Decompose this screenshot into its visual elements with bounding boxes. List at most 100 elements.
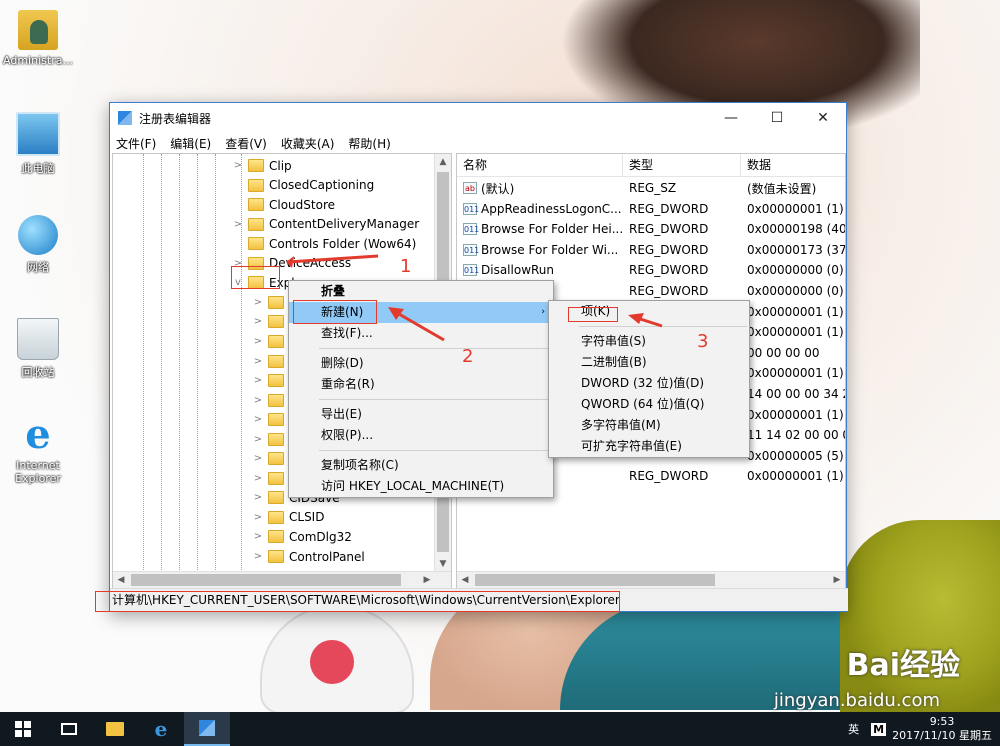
this-pc-icon xyxy=(16,112,60,156)
desktop-icon-this-pc[interactable]: 此电脑 xyxy=(0,112,76,176)
new-submenu-item[interactable]: 可扩充字符串值(E) xyxy=(549,436,749,457)
expand-arrow-icon[interactable]: > xyxy=(251,453,265,464)
value-row[interactable]: 011 Browse For Folder Hei... REG_DWORD 0x00… xyxy=(457,219,845,239)
folder-icon xyxy=(248,159,264,172)
input-language-indicator[interactable]: 英 xyxy=(848,721,859,737)
context-menu-item[interactable]: 折叠 xyxy=(289,281,553,302)
folder-icon xyxy=(248,198,264,212)
expand-arrow-icon[interactable]: > xyxy=(251,492,265,503)
recycle-bin-icon xyxy=(17,318,59,360)
desktop-icon-internet-explorer[interactable]: e Internet Explorer xyxy=(0,415,76,486)
folder-icon xyxy=(268,413,284,427)
folder-icon xyxy=(248,237,264,251)
expand-arrow-icon[interactable]: > xyxy=(251,395,265,406)
expand-arrow-icon[interactable]: > xyxy=(251,375,265,386)
scroll-left-arrow-icon[interactable]: ◀ xyxy=(457,572,473,588)
system-tray: 英 M 9:53 2017/11/10 星期五 xyxy=(842,712,1000,746)
context-menu-item[interactable]: 重命名(R) xyxy=(289,374,553,395)
expand-arrow-icon[interactable]: > xyxy=(251,473,265,484)
network-icon xyxy=(18,215,58,255)
desktop-icon-administrator[interactable]: Administra... xyxy=(0,10,76,67)
desktop-icon-label: 回收站 xyxy=(21,366,55,379)
menu-view[interactable]: 查看(V) xyxy=(225,135,267,152)
tree-node[interactable]: > Clip xyxy=(231,156,292,175)
tree-node[interactable]: > ControlPanel xyxy=(251,547,365,566)
tree-guide-line xyxy=(161,154,162,572)
column-header-type[interactable]: 类型 xyxy=(623,154,741,176)
value-name: Browse For Folder Hei... xyxy=(481,222,623,237)
new-submenu-item[interactable]: 多字符串值(M) xyxy=(549,415,749,436)
tree-node[interactable]: > ContentDeliveryManager xyxy=(231,215,419,234)
new-submenu-item[interactable]: QWORD (64 位)值(Q) xyxy=(549,394,749,415)
new-submenu-item-label: DWORD (32 位)值(D) xyxy=(581,376,704,390)
menu-edit[interactable]: 编辑(E) xyxy=(170,135,211,152)
taskbar-regedit[interactable] xyxy=(184,712,230,746)
submenu-arrow-icon: › xyxy=(541,307,545,317)
menu-file[interactable]: 文件(F) xyxy=(116,135,156,152)
clock[interactable]: 9:53 2017/11/10 星期五 xyxy=(892,715,992,743)
tree-node-label: CLSID xyxy=(289,510,325,525)
tree-node[interactable]: > ComDlg32 xyxy=(251,527,352,546)
value-data-cell: 0x00000001 (1) xyxy=(747,304,844,319)
taskbar-file-explorer[interactable] xyxy=(92,712,138,746)
tree-node[interactable]: Controls Folder (Wow64) xyxy=(231,234,416,253)
column-header-data[interactable]: 数据 xyxy=(741,154,845,176)
value-name: AppReadinessLogonC... xyxy=(481,201,622,216)
scroll-right-arrow-icon[interactable]: ▶ xyxy=(419,572,435,588)
scroll-right-arrow-icon[interactable]: ▶ xyxy=(829,572,845,588)
new-submenu-item[interactable]: DWORD (32 位)值(D) xyxy=(549,373,749,394)
taskbar-edge[interactable]: e xyxy=(138,712,184,746)
start-button[interactable] xyxy=(0,712,46,746)
expand-arrow-icon[interactable]: > xyxy=(251,512,265,523)
value-row[interactable]: 011 Browse For Folder Wi... REG_DWORD 0x000… xyxy=(457,240,845,260)
context-menu-item[interactable]: 权限(P)... xyxy=(289,425,553,446)
new-submenu-item[interactable]: 字符串值(S) xyxy=(549,331,749,352)
value-row[interactable]: 011 DisallowRun REG_DWORD 0x00000000 (0) xyxy=(457,260,845,280)
desktop-icon-network[interactable]: 网络 xyxy=(0,215,76,275)
value-row[interactable]: ab (默认) REG_SZ (数值未设置) xyxy=(457,178,845,198)
value-row[interactable]: 011 AppReadinessLogonC... REG_DWORD 0x00000… xyxy=(457,199,845,219)
folder-icon xyxy=(268,315,284,329)
ime-mode-indicator[interactable]: M xyxy=(871,722,887,736)
expand-arrow-icon[interactable]: > xyxy=(251,297,265,308)
title-bar[interactable]: 注册表编辑器 — ☐ ✕ xyxy=(110,103,846,133)
expand-arrow-icon[interactable]: > xyxy=(251,414,265,425)
string-value-icon: ab xyxy=(463,182,477,194)
context-menu-item[interactable]: 访问 HKEY_LOCAL_MACHINE(T) xyxy=(289,476,553,497)
column-header-name[interactable]: 名称 xyxy=(457,154,623,176)
task-view-button[interactable] xyxy=(46,712,92,746)
tree-horizontal-scrollbar[interactable]: ◀ ▶ xyxy=(113,571,451,588)
context-menu-item[interactable]: 复制项名称(C) xyxy=(289,455,553,476)
expand-arrow-icon[interactable]: > xyxy=(251,434,265,445)
tree-node[interactable]: CloudStore xyxy=(231,195,335,214)
context-menu-item[interactable]: 删除(D) xyxy=(289,353,553,374)
annotation-box-explorer xyxy=(231,266,280,289)
scroll-up-arrow-icon[interactable]: ▲ xyxy=(435,154,451,170)
context-menu-item-label: 权限(P)... xyxy=(321,428,374,442)
expand-arrow-icon[interactable]: > xyxy=(251,316,265,327)
scroll-thumb[interactable] xyxy=(475,574,715,586)
menu-help[interactable]: 帮助(H) xyxy=(348,135,390,152)
expand-arrow-icon[interactable]: > xyxy=(251,531,265,542)
maximize-button[interactable]: ☐ xyxy=(754,103,800,133)
list-horizontal-scrollbar[interactable]: ◀ ▶ xyxy=(457,571,845,588)
menu-favorites[interactable]: 收藏夹(A) xyxy=(281,135,335,152)
tree-guide-line xyxy=(215,154,216,572)
scroll-thumb[interactable] xyxy=(131,574,401,586)
expand-arrow-icon[interactable]: > xyxy=(251,551,265,562)
expand-arrow-icon[interactable]: > xyxy=(251,356,265,367)
context-menu-item[interactable]: 导出(E) xyxy=(289,404,553,425)
close-button[interactable]: ✕ xyxy=(800,103,846,133)
annotation-box-key xyxy=(568,307,618,322)
desktop-icon-recycle-bin[interactable]: 回收站 xyxy=(0,318,76,380)
tree-node[interactable]: ClosedCaptioning xyxy=(231,176,374,195)
minimize-button[interactable]: — xyxy=(708,103,754,133)
expand-arrow-icon[interactable]: > xyxy=(231,219,245,230)
expand-arrow-icon[interactable]: > xyxy=(251,336,265,347)
scroll-down-arrow-icon[interactable]: ▼ xyxy=(435,556,451,572)
new-submenu-item[interactable]: 二进制值(B) xyxy=(549,352,749,373)
context-menu-item[interactable]: 查找(F)... xyxy=(289,323,553,344)
expand-arrow-icon[interactable]: > xyxy=(231,160,245,171)
tree-node[interactable]: > CLSID xyxy=(251,508,325,527)
scroll-left-arrow-icon[interactable]: ◀ xyxy=(113,572,129,588)
